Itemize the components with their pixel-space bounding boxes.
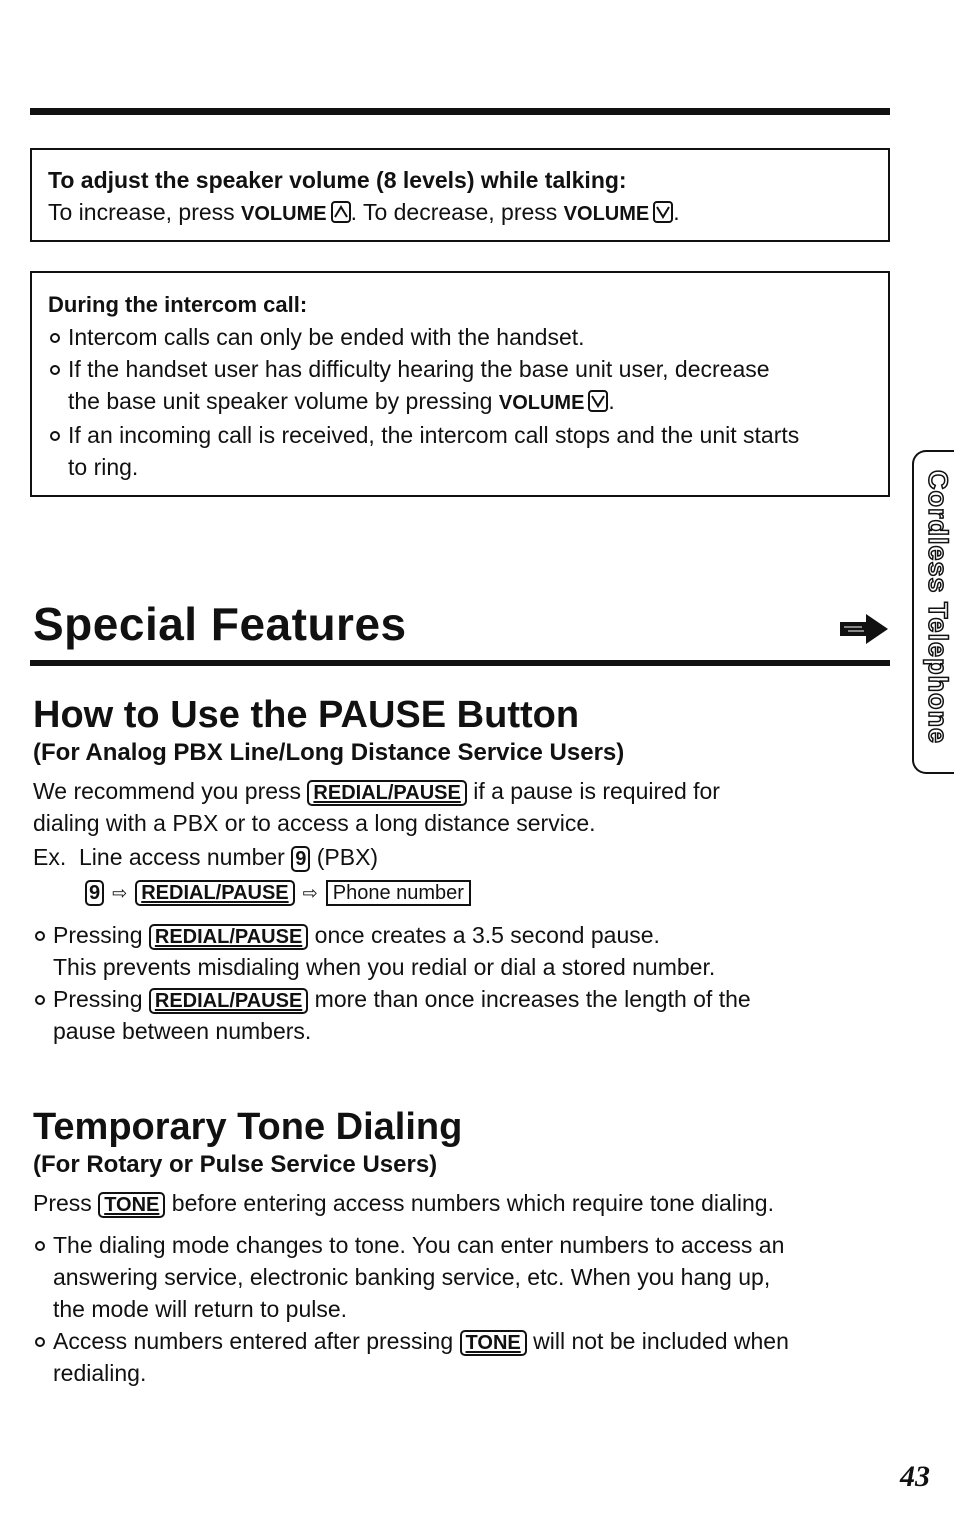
tone-heading: Temporary Tone Dialing (33, 1106, 463, 1148)
pause-section: How to Use the PAUSE Button (For Analog … (33, 694, 883, 1047)
arrow-right-icon: ⇨ (112, 883, 128, 903)
digit-9-key: 9 (85, 880, 105, 906)
side-tab-label: Cordless Telephone (922, 469, 954, 745)
page-number: 43 (900, 1460, 930, 1493)
intercom-title: During the intercom call: (48, 292, 308, 317)
tone-section: Temporary Tone Dialing (For Rotary or Pu… (33, 1106, 883, 1389)
continue-arrow-icon (838, 612, 890, 651)
tone-bullet: The dialing mode changes to tone. You ca… (33, 1229, 883, 1325)
volume-down-icon (653, 201, 674, 223)
redial-pause-key: REDIAL/PAUSE (135, 880, 295, 906)
pause-heading: How to Use the PAUSE Button (33, 694, 580, 736)
redial-pause-key: REDIAL/PAUSE (307, 780, 467, 806)
volume-up-icon (330, 201, 351, 223)
tone-intro: Press TONE before entering access number… (33, 1190, 774, 1218)
digit-9-key: 9 (291, 846, 311, 872)
pause-example: Ex. Line access number 9 (PBX) (33, 844, 379, 872)
volume-down-icon (588, 390, 609, 412)
pause-subheading: (For Analog PBX Line/Long Distance Servi… (33, 739, 625, 766)
intercom-note: During the intercom call: Intercom calls… (30, 271, 890, 497)
section-title: Special Features (33, 598, 407, 650)
phone-number-box: Phone number (325, 880, 471, 906)
intercom-bullet: If an incoming call is received, the int… (48, 419, 888, 483)
speaker-volume-note: To adjust the speaker volume (8 levels) … (30, 148, 890, 242)
intercom-bullet: If the handset user has difficulty heari… (48, 353, 888, 419)
pause-bullet: Pressing REDIAL/PAUSE more than once inc… (33, 983, 883, 1047)
tone-key: TONE (459, 1330, 527, 1356)
speaker-volume-title: To adjust the speaker volume (8 levels) … (48, 167, 627, 193)
arrow-right-icon: ⇨ (302, 883, 318, 903)
pause-bullet: Pressing REDIAL/PAUSE once creates a 3.5… (33, 919, 883, 983)
tone-bullet: Access numbers entered after pressing TO… (33, 1325, 883, 1389)
redial-pause-key: REDIAL/PAUSE (148, 988, 309, 1014)
side-tab-cordless-telephone: Cordless Telephone (912, 450, 954, 774)
top-rule (30, 108, 890, 115)
pause-sequence: 9 ⇨ REDIAL/PAUSE ⇨ Phone number (85, 875, 883, 909)
section-rule (30, 660, 890, 666)
pause-intro: We recommend you press REDIAL/PAUSE if a… (33, 778, 720, 836)
tone-subheading: (For Rotary or Pulse Service Users) (33, 1151, 438, 1178)
intercom-bullet: Intercom calls can only be ended with th… (48, 321, 888, 353)
speaker-volume-text: To increase, press VOLUME. To decrease, … (48, 199, 680, 225)
redial-pause-key: REDIAL/PAUSE (148, 924, 309, 950)
tone-key: TONE (98, 1192, 166, 1218)
